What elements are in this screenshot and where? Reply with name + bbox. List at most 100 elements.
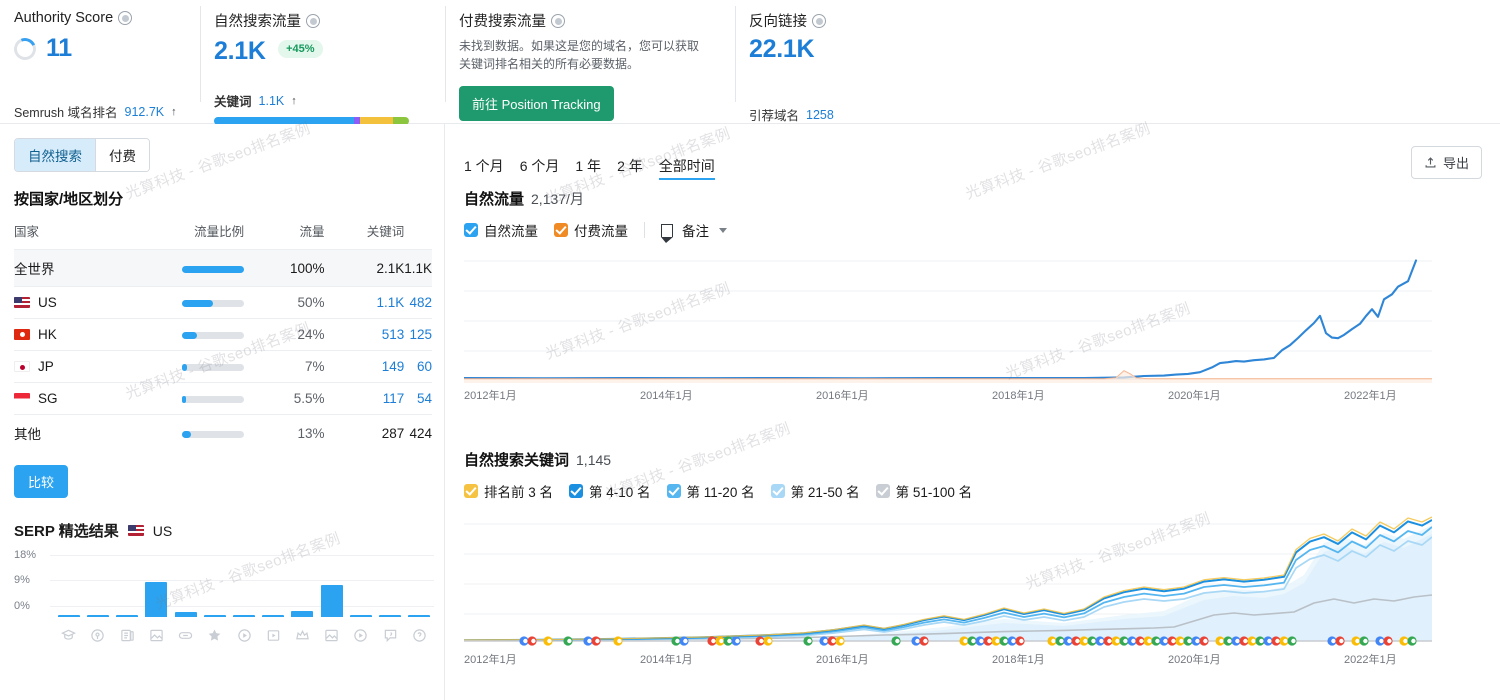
share-bar [182,396,245,403]
position-tracking-button[interactable]: 前往 Position Tracking [459,86,614,121]
backlinks-title: 反向链接 [749,10,959,31]
chart-subtitle-value: 2,137/月 [531,191,584,207]
legend-label: 第 4-10 名 [589,485,651,500]
x-tick: 2012年1月 [464,654,517,666]
checkbox-checked-icon[interactable] [569,484,584,498]
range-1-year[interactable]: 1 年 [575,156,601,176]
traffic-type-tabs[interactable]: 自然搜索 付费 [14,138,150,172]
legend-label: 自然流量 [484,224,538,239]
checkbox-checked-icon[interactable] [464,223,478,237]
col-traffic-share: 流量比例 [194,225,245,239]
reviews-icon[interactable] [200,628,229,643]
date-range-tabs[interactable]: 1 个月 6 个月 1 年 2 年 全部时间 [464,156,715,180]
checkbox-checked-icon[interactable] [875,484,890,498]
legend-11-20[interactable]: 第 11-20 名 [666,481,755,501]
table-row[interactable]: HK 24% 513 125 [14,318,432,351]
faq-icon[interactable] [376,628,405,643]
serp-features-chart: 18% 9% 0% [14,549,434,643]
chevron-down-icon[interactable] [719,227,727,233]
export-button[interactable]: 导出 [1410,146,1482,179]
table-row[interactable]: SG 5.5% 117 54 [14,382,432,415]
info-icon[interactable] [551,13,565,28]
tab-organic[interactable]: 自然搜索 [15,139,95,171]
x-tick: 2016年1月 [816,390,869,402]
featured-snippet-icon[interactable] [288,628,317,643]
trend-up-icon: ↑ [171,105,177,118]
legend-top-3[interactable]: 排名前 3 名 [464,481,553,501]
serp-feature-icons [54,628,434,643]
compare-button[interactable]: 比较 [14,465,69,498]
country-table: 国家 流量比例 流量 关键词 全世界 100% 2.1K 1.1K US 50%… [14,221,432,451]
country-name: JP [38,359,54,374]
serp-country-label: US [152,522,173,539]
organic-traffic-svg [464,259,1432,383]
legend-organic-traffic[interactable]: 自然流量 [464,220,538,240]
metric-label: 反向链接 [749,14,807,30]
table-row[interactable]: 其他 13% 287 424 [14,414,432,451]
share-pct: 13% [244,414,325,451]
right-panel: 1 个月 6 个月 1 年 2 年 全部时间 导出 自然流量 2,137/月 自然 [446,124,1500,700]
sitelinks-icon[interactable] [112,628,141,643]
checkbox-checked-icon[interactable] [666,484,681,498]
checkbox-checked-icon[interactable] [554,223,568,237]
paid-traffic-note: 未找到数据。如果这是您的域名，您可以获取关键词排名相关的所有必要数据。 [459,39,700,71]
x-tick: 2022年1月 [1344,390,1397,402]
images-icon[interactable] [317,628,346,643]
info-icon[interactable] [118,11,133,25]
video-player-icon[interactable] [346,628,375,643]
tab-paid[interactable]: 付费 [95,139,149,171]
metric-backlinks: 反向链接 22.1K 引荐域名 1258 [735,0,975,123]
table-row[interactable]: JP 7% 149 60 [14,350,432,383]
range-all-time[interactable]: 全部时间 [658,156,715,180]
range-1-month[interactable]: 1 个月 [464,156,504,176]
instant-answer-icon[interactable] [54,628,83,643]
video-icon[interactable] [229,628,258,643]
table-row[interactable]: US 50% 1.1K 482 [14,286,432,319]
related-links-icon[interactable] [171,628,200,643]
semrush-rank-value: 912.7K [124,104,165,119]
notes-label: 备注 [682,224,709,239]
checkbox-checked-icon[interactable] [770,484,785,498]
x-tick: 2018年1月 [992,390,1045,402]
share-bar [182,332,245,339]
legend-4-10[interactable]: 第 4-10 名 [569,481,651,501]
x-tick: 2014年1月 [640,654,693,666]
share-bar [182,300,245,307]
notes-dropdown[interactable]: 备注 [660,220,727,243]
country-name: 全世界 [14,249,127,287]
country-name: 其他 [14,414,127,451]
range-2-years[interactable]: 2 年 [617,156,643,176]
legend-label: 第 21-50 名 [790,485,860,500]
info-icon[interactable] [812,13,826,28]
video-carousel-icon[interactable] [259,628,288,643]
local-pack-icon[interactable] [83,628,112,643]
organic-traffic-x-axis: 2012年1月 2014年1月 2016年1月 2018年1月 2020年1月 … [464,387,1432,405]
info-icon[interactable] [306,13,320,28]
left-panel: 自然搜索 付费 按国家/地区划分 国家 流量比例 流量 关键词 全世界 100%… [0,124,445,700]
legend-divider [644,222,645,238]
y-tick-18: 18% [14,549,37,561]
legend-51-100[interactable]: 第 51-100 名 [875,481,972,501]
traffic-value: 513 [324,318,405,351]
keywords-value: 1.1K [258,93,285,108]
country-name: SG [38,391,58,406]
serp-bars [54,565,434,617]
authority-score-donut [10,34,40,63]
image-pack-icon[interactable] [142,628,171,643]
traffic-share-cell [126,318,245,351]
organic-keywords-row: 关键词 1.1K ↑ [214,91,429,110]
table-row[interactable]: 全世界 100% 2.1K 1.1K [14,249,432,287]
google-update-markers [464,634,1432,648]
range-6-months[interactable]: 6 个月 [520,156,560,176]
traffic-share-cell [126,286,245,319]
share-pct: 5.5% [244,382,325,415]
metric-label: 付费搜索流量 [459,14,546,30]
legend-21-50[interactable]: 第 21-50 名 [770,481,860,501]
people-also-ask-icon[interactable] [405,628,434,643]
col-country: 国家 [14,225,40,239]
share-pct: 100% [244,249,325,287]
traffic-share-cell [126,414,245,451]
flag-icon [660,223,673,243]
checkbox-checked-icon[interactable] [464,484,478,498]
legend-paid-traffic[interactable]: 付费流量 [554,220,628,240]
